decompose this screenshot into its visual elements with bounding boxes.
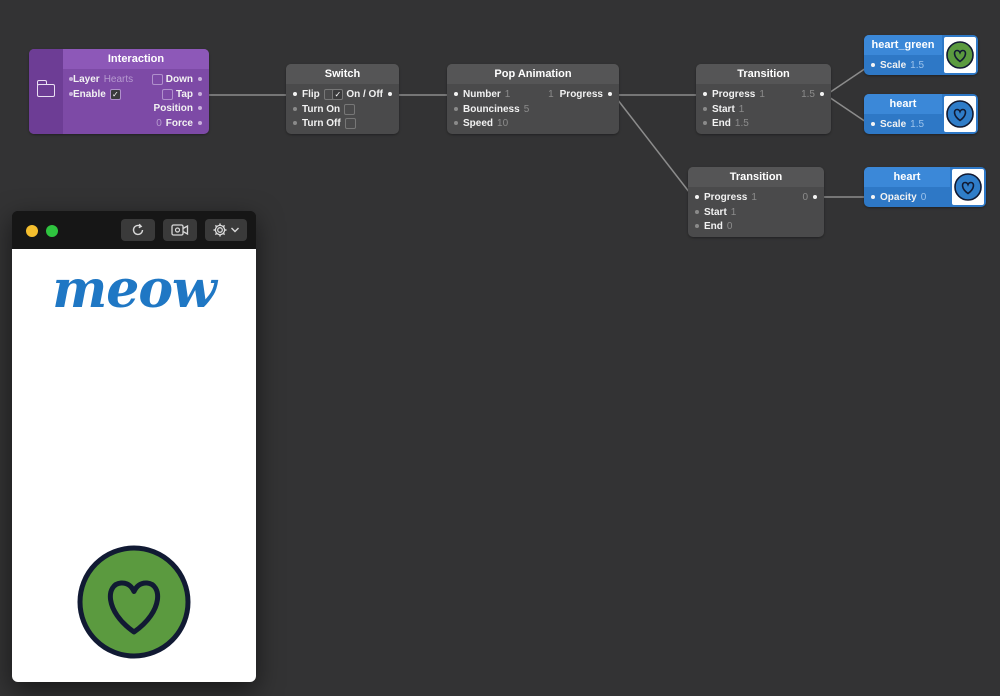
pop-input-number[interactable]: Number 1 (454, 88, 510, 102)
transition-1-title: Transition (696, 64, 831, 84)
interaction-output-down[interactable]: Down (148, 73, 202, 87)
output-port[interactable] (813, 195, 817, 200)
layer-heart-opacity[interactable]: heart Opacity 0 (864, 167, 986, 207)
zoom-button[interactable] (46, 225, 58, 237)
output-port[interactable] (198, 121, 202, 126)
pop-input-speed[interactable]: Speed 10 (454, 117, 508, 131)
settings-menu-button[interactable] (205, 219, 247, 241)
transition-2-input-start[interactable]: Start 1 (695, 206, 736, 220)
input-port[interactable] (695, 195, 699, 200)
transition-1-input-end[interactable]: End 1.5 (703, 117, 749, 131)
heart-green-thumbnail (944, 37, 976, 73)
transition-2-input-end[interactable]: End 0 (695, 220, 732, 234)
input-port[interactable] (293, 121, 297, 126)
output-port[interactable] (198, 92, 202, 97)
chevron-down-icon (231, 227, 239, 233)
layer-heart-opacity-title: heart (864, 167, 950, 187)
output-port[interactable] (820, 92, 824, 97)
switch-output-on-off[interactable]: ✓ On / Off (328, 88, 392, 102)
record-button[interactable] (163, 219, 197, 241)
interaction-output-tap[interactable]: Tap (158, 88, 202, 102)
transition-patch-2[interactable]: Transition Progress 1 Start 1 End 0 0 (688, 167, 824, 237)
refresh-icon (132, 223, 144, 236)
input-port[interactable] (695, 210, 699, 215)
pop-animation-patch[interactable]: Pop Animation Number 1 Bounciness 5 Speed 1… (447, 64, 619, 134)
transition-patch-1[interactable]: Transition Progress 1 Start 1 End 1.5 1.5 (696, 64, 831, 134)
transition-2-input-progress[interactable]: Progress 1 (695, 191, 757, 205)
switch-patch-title: Switch (286, 64, 399, 84)
prototype-screen[interactable]: meow (12, 249, 256, 682)
heart-thumbnail (944, 96, 976, 132)
input-port[interactable] (293, 92, 297, 97)
pop-output-progress[interactable]: 1 Progress (544, 88, 612, 102)
output-port[interactable] (608, 92, 612, 97)
input-port[interactable] (703, 121, 707, 126)
wire-transition1-to-heart-scale (825, 94, 870, 125)
heart-icon (954, 173, 982, 201)
tap-indicator (161, 88, 173, 100)
heart-button-icon[interactable] (77, 545, 191, 659)
interaction-patch-sidebar (29, 49, 63, 134)
record-icon (171, 224, 189, 236)
interaction-input-enable[interactable]: Enable ✓ (69, 88, 124, 102)
prototype-viewer-window[interactable]: meow (12, 211, 256, 682)
heart-opacity-thumbnail (952, 169, 984, 205)
gear-icon (213, 223, 227, 237)
input-port[interactable] (695, 224, 699, 229)
pop-animation-title: Pop Animation (447, 64, 619, 84)
output-port[interactable] (198, 77, 202, 82)
folder-icon (36, 80, 55, 97)
output-port[interactable] (198, 106, 202, 111)
layer-heart-title: heart (864, 94, 942, 114)
wire-transition1-to-heart-green-scale (825, 65, 870, 96)
turn-on-button[interactable] (344, 103, 356, 115)
input-port[interactable] (703, 92, 707, 97)
heart-icon (946, 100, 974, 128)
transition-2-output[interactable]: 0 (798, 191, 817, 205)
transition-2-title: Transition (688, 167, 824, 187)
switch-input-turn-on[interactable]: Turn On (293, 103, 358, 117)
interaction-output-force[interactable]: 0 Force (152, 117, 202, 131)
on-off-checkbox: ✓ (332, 88, 344, 100)
output-port[interactable] (388, 92, 392, 97)
input-port[interactable] (703, 107, 707, 112)
interaction-input-layer[interactable]: Layer Hearts (69, 73, 133, 87)
input-port[interactable] (871, 63, 875, 68)
heart-input-scale[interactable]: Scale 1.5 (871, 118, 924, 132)
layer-heart-scale[interactable]: heart Scale 1.5 (864, 94, 978, 134)
heart-icon (946, 41, 974, 69)
down-indicator (151, 73, 163, 85)
input-port[interactable] (454, 107, 458, 112)
transition-1-input-progress[interactable]: Progress 1 (703, 88, 765, 102)
interaction-patch[interactable]: Interaction Layer Hearts Enable ✓ Down Tap… (29, 49, 209, 134)
meow-logo-text: meow (52, 259, 217, 320)
layer-heart-green-title: heart_green (864, 35, 942, 55)
input-port[interactable] (871, 122, 875, 127)
transition-1-input-start[interactable]: Start 1 (703, 103, 744, 117)
layer-heart-green[interactable]: heart_green Scale 1.5 (864, 35, 978, 75)
refresh-button[interactable] (121, 219, 155, 241)
heart-green-input-scale[interactable]: Scale 1.5 (871, 59, 924, 73)
heart-input-opacity[interactable]: Opacity 0 (871, 191, 926, 205)
switch-patch[interactable]: Switch Flip Turn On Turn Off ✓ On / Off (286, 64, 399, 134)
enable-checkbox[interactable]: ✓ (109, 88, 121, 100)
wire-progress-to-transition2 (613, 94, 694, 198)
interaction-output-position[interactable]: Position (154, 102, 202, 116)
input-port[interactable] (454, 92, 458, 97)
viewer-toolbar (12, 211, 256, 249)
input-port[interactable] (871, 195, 875, 200)
transition-1-output[interactable]: 1.5 (797, 88, 824, 102)
input-port[interactable] (293, 107, 297, 112)
switch-input-turn-off[interactable]: Turn Off (293, 117, 359, 131)
turn-off-button[interactable] (344, 117, 356, 129)
input-port[interactable] (454, 121, 458, 126)
interaction-patch-title: Interaction (63, 49, 209, 69)
pop-input-bounciness[interactable]: Bounciness 5 (454, 103, 529, 117)
minimize-button[interactable] (26, 225, 38, 237)
